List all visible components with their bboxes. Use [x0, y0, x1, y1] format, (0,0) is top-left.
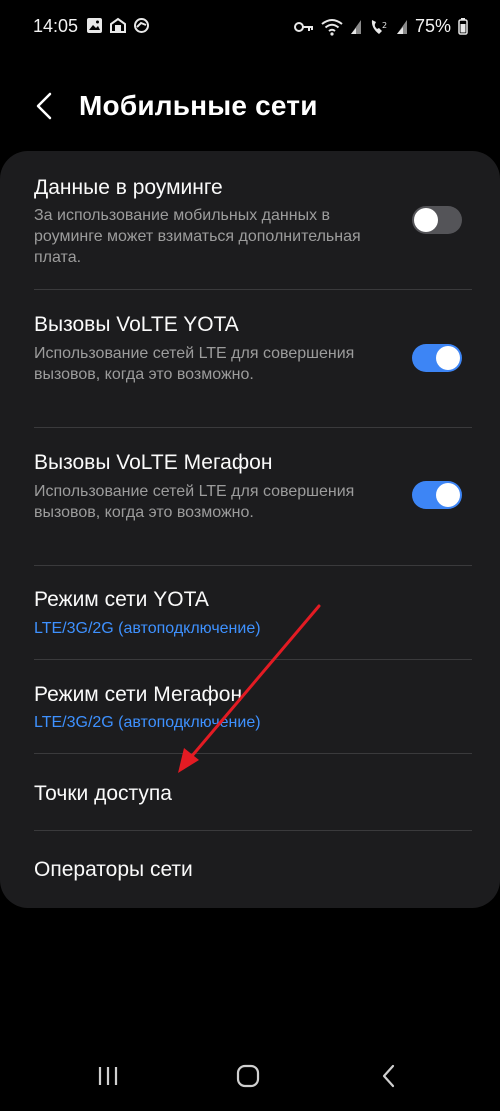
setting-row-roaming[interactable]: Данные в роуминге За использование мобил… [0, 151, 500, 289]
toggle-knob [436, 346, 460, 370]
setting-row-volte-megafon[interactable]: Вызовы VoLTE Мегафон Использование сетей… [0, 428, 500, 565]
vpn-key-icon [293, 21, 314, 33]
image-icon [86, 17, 103, 34]
notification-icons [86, 17, 150, 34]
roaming-toggle[interactable] [412, 206, 462, 234]
signal-icon [350, 19, 362, 35]
setting-value: LTE/3G/2G (автоподключение) [34, 714, 261, 731]
navigation-bar [0, 1052, 500, 1102]
battery-icon [458, 18, 468, 35]
setting-title: Вызовы VoLTE Мегафон [34, 451, 273, 474]
setting-row-volte-yota[interactable]: Вызовы VoLTE YOTA Использование сетей LT… [0, 290, 500, 427]
battery-percent: 75% [414, 16, 451, 36]
toggle-knob [414, 208, 438, 232]
wifi-icon [321, 18, 343, 36]
chevron-left-icon [35, 92, 53, 125]
page-title: Мобильные сети [79, 90, 318, 121]
home-button[interactable] [233, 1064, 263, 1092]
setting-title: Режим сети YOTA [34, 588, 209, 611]
settings-card: Данные в роуминге За использование мобил… [0, 151, 500, 908]
volte-yota-toggle[interactable] [412, 344, 462, 372]
status-time: 14:05 [33, 16, 79, 36]
setting-value: LTE/3G/2G (автоподключение) [34, 620, 261, 637]
nav-back-button[interactable] [374, 1064, 404, 1092]
recent-apps-button[interactable] [93, 1064, 123, 1092]
volte-megafon-toggle[interactable] [412, 481, 462, 509]
recent-apps-icon [96, 1065, 120, 1092]
home-icon [236, 1064, 260, 1093]
system-indicators: 2 75% [293, 16, 468, 37]
status-bar: 14:05 2 75% [0, 0, 500, 54]
setting-description: Использование сетей LTE для совершения в… [34, 345, 355, 383]
sync-icon [133, 17, 150, 34]
back-icon [381, 1064, 397, 1093]
setting-row-network-operators[interactable]: Операторы сети [0, 831, 500, 908]
back-button[interactable] [28, 90, 60, 126]
app-header: Мобильные сети [0, 80, 500, 136]
setting-title: Точки доступа [34, 782, 172, 805]
volte-call-icon: 2 [369, 18, 389, 36]
tools-icon [109, 17, 127, 34]
setting-description: Использование сетей LTE для совершения в… [34, 483, 355, 521]
toggle-knob [436, 483, 460, 507]
setting-title: Режим сети Мегафон [34, 683, 243, 706]
setting-title: Вызовы VoLTE YOTA [34, 313, 239, 336]
setting-title: Данные в роуминге [34, 176, 223, 199]
setting-row-access-points[interactable]: Точки доступа [0, 754, 500, 830]
setting-description: За использование мобильных данных в роум… [34, 207, 361, 266]
signal-icon [396, 19, 408, 35]
setting-row-network-mode-megafon[interactable]: Режим сети Мегафон LTE/3G/2G (автоподклю… [0, 660, 500, 753]
setting-title: Операторы сети [34, 858, 193, 881]
setting-row-network-mode-yota[interactable]: Режим сети YOTA LTE/3G/2G (автоподключен… [0, 566, 500, 659]
svg-text:2: 2 [382, 21, 387, 30]
